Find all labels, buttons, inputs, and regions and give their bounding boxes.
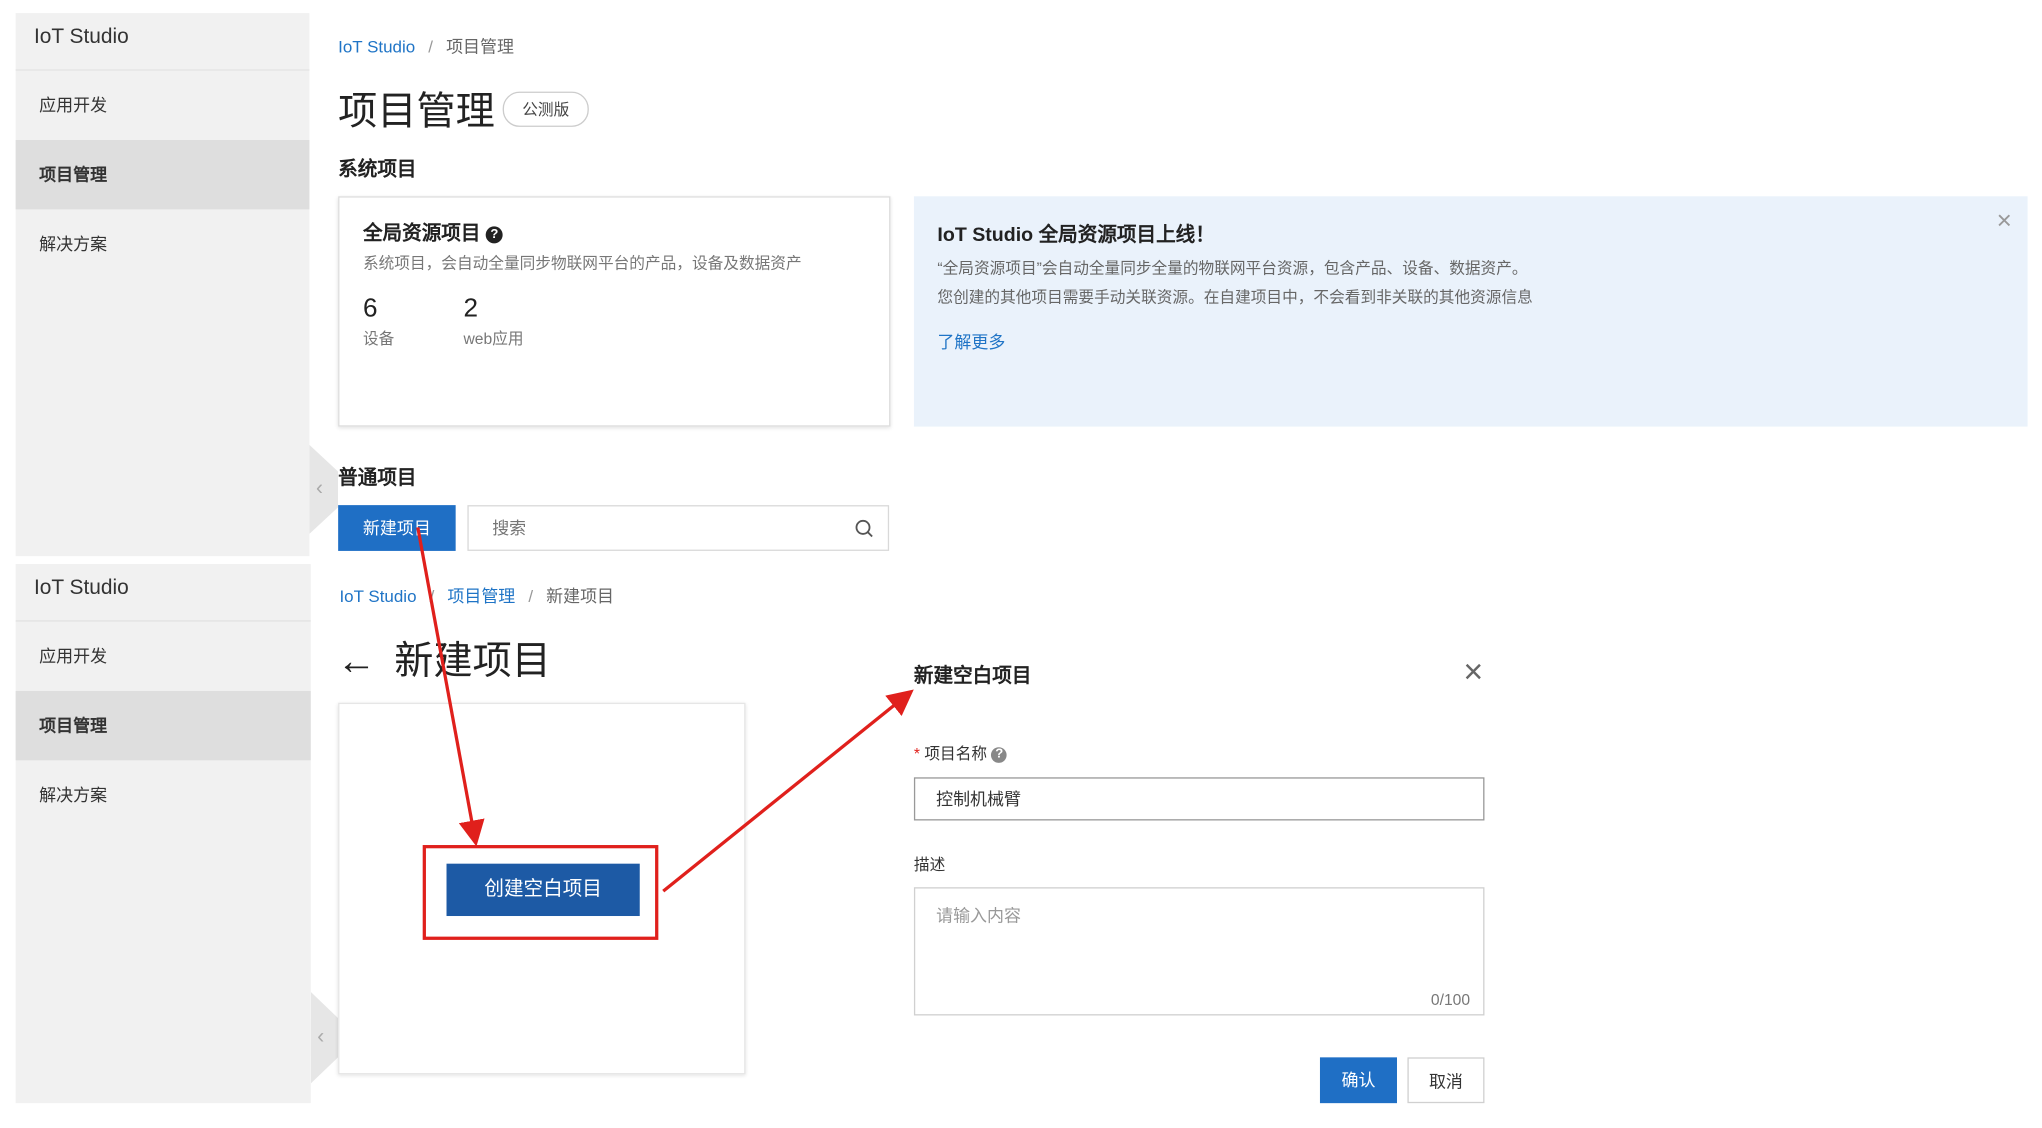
sidebar-top: IoT Studio 应用开发 项目管理 解决方案: [15, 13, 310, 557]
stat-label: web应用: [463, 329, 524, 349]
page-title: 新建项目: [394, 639, 551, 684]
stat-web-apps: 2 web应用: [463, 294, 523, 349]
new-blank-project-dialog: 新建空白项目 × * 项目名称 ? 控制机械臂 描述 请输入内容 0/100 确…: [913, 652, 1488, 1110]
page-title: 项目管理: [338, 90, 495, 134]
sidebar-title: IoT Studio: [15, 13, 310, 71]
chevron-left-icon: ‹: [315, 477, 323, 500]
sidebar-item-project-mgmt[interactable]: 项目管理: [15, 690, 311, 761]
search-icon[interactable]: [854, 518, 875, 539]
breadcrumb-home-link[interactable]: IoT Studio: [338, 37, 415, 57]
breadcrumb-current: 新建项目: [546, 586, 615, 606]
project-name-label: 项目名称: [924, 744, 988, 763]
sidebar-item-solutions[interactable]: 解决方案: [16, 760, 311, 829]
cancel-button[interactable]: 取消: [1407, 1057, 1485, 1104]
sidebar-item-app-dev[interactable]: 应用开发: [16, 622, 311, 691]
card-title: 全局资源项目: [362, 222, 481, 245]
required-mark: *: [913, 744, 921, 763]
char-counter: 0/100: [1430, 990, 1471, 1009]
normal-projects-heading: 普通项目: [338, 467, 417, 490]
notice-line-2: 您创建的其他项目需要手动关联资源。在自建项目中，不会看到非关联的其他资源信息: [937, 287, 1533, 307]
notice-title: IoT Studio 全局资源项目上线！: [937, 223, 1215, 247]
page-title-row: 项目管理 公测版: [338, 79, 589, 137]
sidebar-bottom: IoT Studio 应用开发 项目管理 解决方案: [15, 564, 311, 1104]
breadcrumb-current: 项目管理: [446, 36, 514, 57]
confirm-button[interactable]: 确认: [1319, 1057, 1397, 1104]
question-circle-icon[interactable]: ?: [991, 746, 1008, 763]
stat-label: 设备: [362, 329, 395, 349]
sidebar-item-app-dev[interactable]: 应用开发: [16, 71, 310, 140]
sidebar-collapse-handle[interactable]: ‹: [309, 444, 339, 534]
screenshot-root: IoT Studio 应用开发 项目管理 解决方案 ‹ IoT Studio / 项…: [0, 0, 2042, 1128]
question-circle-icon[interactable]: ?: [485, 225, 503, 243]
breadcrumb-parent-link[interactable]: 项目管理: [447, 586, 515, 606]
system-projects-heading: 系统项目: [338, 158, 417, 181]
learn-more-link[interactable]: 了解更多: [937, 328, 1005, 353]
sidebar-item-project-mgmt[interactable]: 项目管理: [15, 140, 310, 210]
stat-devices: 6 设备: [363, 294, 394, 349]
description-placeholder: 请输入内容: [936, 905, 1021, 926]
breadcrumb-separator: /: [528, 586, 534, 606]
search-box: [467, 505, 890, 551]
breadcrumb-separator: /: [428, 36, 434, 57]
close-icon[interactable]: ×: [1997, 207, 2012, 237]
sidebar-item-solutions[interactable]: 解决方案: [16, 209, 310, 278]
stat-value: 6: [362, 294, 378, 324]
breadcrumb: IoT Studio / 项目管理: [338, 33, 514, 58]
blank-project-card: 创建空白项目: [338, 702, 746, 1075]
card-title-row: 全局资源项目 ?: [363, 219, 503, 246]
page-title-row: ← 新建项目: [337, 628, 551, 686]
breadcrumb: IoT Studio / 项目管理 / 新建项目: [339, 582, 614, 607]
beta-badge: 公测版: [502, 91, 589, 127]
dialog-title: 新建空白项目: [913, 664, 1032, 688]
new-project-button[interactable]: 新建项目: [338, 505, 456, 551]
notice-banner: IoT Studio 全局资源项目上线！ “全局资源项目”会自动全量同步全量的物…: [913, 196, 2028, 427]
breadcrumb-home-link[interactable]: IoT Studio: [339, 586, 416, 606]
create-blank-project-button[interactable]: 创建空白项目: [446, 863, 640, 917]
notice-line-1: “全局资源项目”会自动全量同步全量的物联网平台资源，包含产品、设备、数据资产。: [937, 259, 1528, 278]
sidebar-title: IoT Studio: [15, 564, 311, 622]
search-input[interactable]: [468, 506, 835, 550]
chevron-left-icon: ‹: [317, 1025, 325, 1049]
name-label-row: * 项目名称 ?: [913, 742, 1008, 764]
project-name-field[interactable]: 控制机械臂: [913, 777, 1485, 821]
description-field[interactable]: 请输入内容 0/100: [913, 887, 1485, 1016]
description-label: 描述: [913, 855, 946, 875]
arrow-left-icon[interactable]: ←: [337, 640, 376, 683]
sidebar-collapse-handle[interactable]: ‹: [310, 991, 340, 1084]
stat-value: 2: [463, 294, 479, 324]
close-icon[interactable]: ×: [1463, 652, 1483, 693]
global-resource-card[interactable]: 全局资源项目 ? 系统项目，会自动全量同步物联网平台的产品，设备及数据资产 6 …: [338, 196, 891, 427]
breadcrumb-separator: /: [429, 586, 435, 606]
card-description: 系统项目，会自动全量同步物联网平台的产品，设备及数据资产: [362, 253, 802, 273]
